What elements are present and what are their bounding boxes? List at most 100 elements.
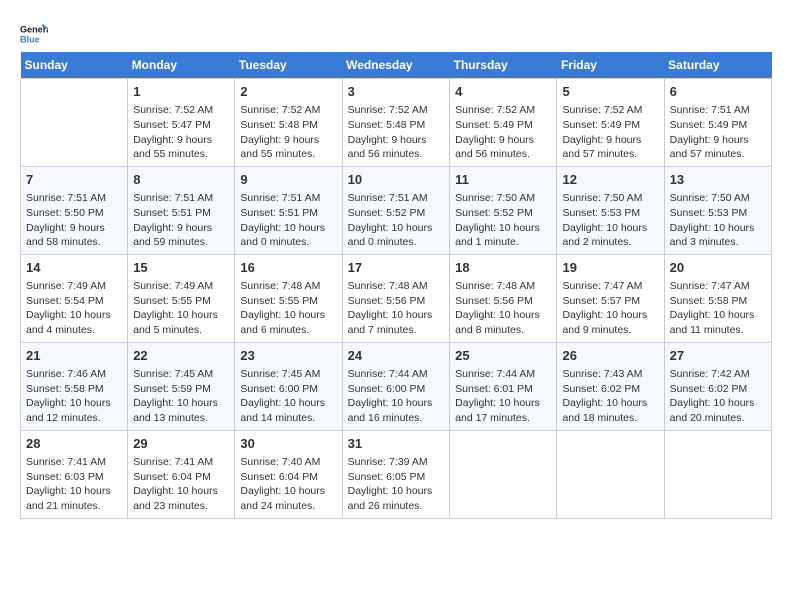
calendar-cell: 10Sunrise: 7:51 AMSunset: 5:52 PMDayligh… — [342, 166, 450, 254]
calendar-cell — [450, 430, 557, 518]
calendar-cell: 8Sunrise: 7:51 AMSunset: 5:51 PMDaylight… — [128, 166, 235, 254]
day-info: and 24 minutes. — [240, 499, 336, 514]
calendar-week-row: 28Sunrise: 7:41 AMSunset: 6:03 PMDayligh… — [21, 430, 772, 518]
day-info: Sunrise: 7:52 AM — [133, 103, 229, 118]
day-info: Sunrise: 7:50 AM — [562, 191, 658, 206]
calendar-cell: 2Sunrise: 7:52 AMSunset: 5:48 PMDaylight… — [235, 79, 342, 167]
day-info: Sunset: 6:02 PM — [670, 382, 766, 397]
day-info: Sunset: 5:54 PM — [26, 294, 122, 309]
day-info: Sunrise: 7:46 AM — [26, 367, 122, 382]
day-number: 3 — [348, 83, 445, 101]
header-saturday: Saturday — [664, 52, 771, 79]
calendar-cell: 5Sunrise: 7:52 AMSunset: 5:49 PMDaylight… — [557, 79, 664, 167]
day-info: Sunset: 5:51 PM — [240, 206, 336, 221]
day-number: 26 — [562, 347, 658, 365]
day-info: Sunrise: 7:51 AM — [133, 191, 229, 206]
calendar-cell — [21, 79, 128, 167]
day-info: Sunset: 5:55 PM — [133, 294, 229, 309]
day-info: Daylight: 10 hours — [240, 221, 336, 236]
header-monday: Monday — [128, 52, 235, 79]
day-info: Sunrise: 7:49 AM — [133, 279, 229, 294]
day-info: and 56 minutes. — [455, 147, 551, 162]
day-number: 20 — [670, 259, 766, 277]
calendar-cell — [557, 430, 664, 518]
header-friday: Friday — [557, 52, 664, 79]
calendar-cell: 26Sunrise: 7:43 AMSunset: 6:02 PMDayligh… — [557, 342, 664, 430]
day-info: Daylight: 10 hours — [670, 396, 766, 411]
day-info: Daylight: 9 hours — [26, 221, 122, 236]
day-info: Sunset: 5:49 PM — [670, 118, 766, 133]
day-info: Sunrise: 7:51 AM — [670, 103, 766, 118]
day-number: 13 — [670, 171, 766, 189]
day-info: Sunrise: 7:45 AM — [133, 367, 229, 382]
day-info: and 3 minutes. — [670, 235, 766, 250]
day-info: and 55 minutes. — [133, 147, 229, 162]
day-info: Daylight: 10 hours — [562, 396, 658, 411]
day-info: Sunrise: 7:39 AM — [348, 455, 445, 470]
day-info: Sunset: 5:52 PM — [455, 206, 551, 221]
day-info: Daylight: 10 hours — [240, 308, 336, 323]
day-number: 28 — [26, 435, 122, 453]
svg-text:Blue: Blue — [20, 34, 40, 44]
day-info: Daylight: 9 hours — [455, 133, 551, 148]
day-info: Sunrise: 7:40 AM — [240, 455, 336, 470]
calendar-week-row: 14Sunrise: 7:49 AMSunset: 5:54 PMDayligh… — [21, 254, 772, 342]
day-info: and 4 minutes. — [26, 323, 122, 338]
day-number: 24 — [348, 347, 445, 365]
day-number: 4 — [455, 83, 551, 101]
day-info: and 1 minute. — [455, 235, 551, 250]
day-info: Sunrise: 7:52 AM — [240, 103, 336, 118]
calendar-cell: 12Sunrise: 7:50 AMSunset: 5:53 PMDayligh… — [557, 166, 664, 254]
day-info: Sunrise: 7:48 AM — [455, 279, 551, 294]
day-info: and 59 minutes. — [133, 235, 229, 250]
day-info: and 2 minutes. — [562, 235, 658, 250]
day-info: and 18 minutes. — [562, 411, 658, 426]
calendar-header-row: SundayMondayTuesdayWednesdayThursdayFrid… — [21, 52, 772, 79]
day-info: and 7 minutes. — [348, 323, 445, 338]
day-info: Daylight: 10 hours — [455, 396, 551, 411]
day-number: 17 — [348, 259, 445, 277]
day-number: 15 — [133, 259, 229, 277]
day-info: Sunset: 5:56 PM — [455, 294, 551, 309]
day-info: Sunrise: 7:52 AM — [562, 103, 658, 118]
day-info: Sunset: 5:48 PM — [240, 118, 336, 133]
day-info: Sunrise: 7:48 AM — [240, 279, 336, 294]
day-info: Daylight: 10 hours — [133, 484, 229, 499]
calendar-cell: 15Sunrise: 7:49 AMSunset: 5:55 PMDayligh… — [128, 254, 235, 342]
day-info: and 56 minutes. — [348, 147, 445, 162]
day-number: 8 — [133, 171, 229, 189]
day-number: 11 — [455, 171, 551, 189]
day-info: Sunrise: 7:51 AM — [348, 191, 445, 206]
day-info: Daylight: 10 hours — [562, 308, 658, 323]
day-number: 12 — [562, 171, 658, 189]
day-info: Sunset: 6:03 PM — [26, 470, 122, 485]
day-info: and 0 minutes. — [240, 235, 336, 250]
calendar-cell: 31Sunrise: 7:39 AMSunset: 6:05 PMDayligh… — [342, 430, 450, 518]
day-info: and 57 minutes. — [670, 147, 766, 162]
calendar-cell: 17Sunrise: 7:48 AMSunset: 5:56 PMDayligh… — [342, 254, 450, 342]
day-info: Sunset: 5:49 PM — [562, 118, 658, 133]
day-number: 30 — [240, 435, 336, 453]
day-info: Daylight: 10 hours — [455, 221, 551, 236]
header-thursday: Thursday — [450, 52, 557, 79]
day-info: Sunset: 5:52 PM — [348, 206, 445, 221]
day-info: and 23 minutes. — [133, 499, 229, 514]
day-number: 10 — [348, 171, 445, 189]
day-number: 7 — [26, 171, 122, 189]
calendar-cell: 1Sunrise: 7:52 AMSunset: 5:47 PMDaylight… — [128, 79, 235, 167]
day-info: Sunrise: 7:50 AM — [670, 191, 766, 206]
calendar-week-row: 7Sunrise: 7:51 AMSunset: 5:50 PMDaylight… — [21, 166, 772, 254]
day-info: and 16 minutes. — [348, 411, 445, 426]
day-info: Sunrise: 7:47 AM — [562, 279, 658, 294]
calendar-cell: 27Sunrise: 7:42 AMSunset: 6:02 PMDayligh… — [664, 342, 771, 430]
day-number: 16 — [240, 259, 336, 277]
page-header: General Blue — [20, 20, 772, 48]
calendar-cell: 11Sunrise: 7:50 AMSunset: 5:52 PMDayligh… — [450, 166, 557, 254]
day-info: and 6 minutes. — [240, 323, 336, 338]
calendar-cell — [664, 430, 771, 518]
day-number: 2 — [240, 83, 336, 101]
day-info: and 0 minutes. — [348, 235, 445, 250]
calendar-cell: 16Sunrise: 7:48 AMSunset: 5:55 PMDayligh… — [235, 254, 342, 342]
calendar-cell: 30Sunrise: 7:40 AMSunset: 6:04 PMDayligh… — [235, 430, 342, 518]
day-info: Daylight: 10 hours — [26, 308, 122, 323]
